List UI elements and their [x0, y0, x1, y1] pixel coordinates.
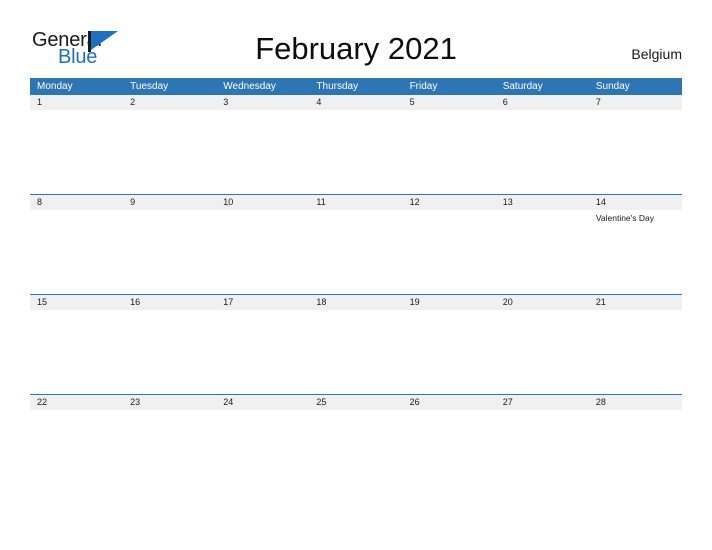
- page-title: February 2021: [255, 31, 457, 66]
- weekday-header-row: Monday Tuesday Wednesday Thursday Friday…: [30, 78, 682, 95]
- week-event-band: [30, 310, 682, 394]
- day-cell[interactable]: [496, 410, 589, 494]
- day-cell[interactable]: [30, 410, 123, 494]
- weekday-header-friday: Friday: [409, 81, 438, 92]
- week-row: 8 9 10 11 12 13 14 Valentine's Day: [30, 194, 682, 294]
- weekday-header-saturday: Saturday: [502, 81, 543, 92]
- week-daynum-band: 15 16 17 18 19 20 21: [30, 295, 682, 310]
- day-number[interactable]: 28: [589, 395, 682, 410]
- day-cell[interactable]: [496, 310, 589, 394]
- day-cell[interactable]: [309, 110, 402, 194]
- day-cell[interactable]: [123, 410, 216, 494]
- day-number[interactable]: 25: [309, 395, 402, 410]
- day-cell[interactable]: [30, 210, 123, 294]
- day-number[interactable]: 23: [123, 395, 216, 410]
- week-daynum-band: 22 23 24 25 26 27 28: [30, 395, 682, 410]
- day-cell[interactable]: [123, 310, 216, 394]
- day-cell[interactable]: [216, 110, 309, 194]
- day-number[interactable]: 9: [123, 195, 216, 210]
- day-cell[interactable]: [403, 210, 496, 294]
- day-cell[interactable]: [309, 310, 402, 394]
- day-number[interactable]: 24: [216, 395, 309, 410]
- weekday-header-monday: Monday: [37, 81, 73, 92]
- day-number[interactable]: 13: [496, 195, 589, 210]
- day-number[interactable]: 16: [123, 295, 216, 310]
- calendar-grid: Monday Tuesday Wednesday Thursday Friday…: [30, 78, 682, 494]
- day-cell[interactable]: [216, 310, 309, 394]
- day-number[interactable]: 3: [216, 95, 309, 110]
- day-number[interactable]: 8: [30, 195, 123, 210]
- day-number[interactable]: 1: [30, 95, 123, 110]
- day-number[interactable]: 22: [30, 395, 123, 410]
- day-number[interactable]: 6: [496, 95, 589, 110]
- day-number[interactable]: 4: [309, 95, 402, 110]
- week-row: 22 23 24 25 26 27 28: [30, 394, 682, 494]
- week-event-band: [30, 410, 682, 494]
- week-row: 1 2 3 4 5 6 7: [30, 95, 682, 194]
- weekday-header-wednesday: Wednesday: [223, 81, 276, 92]
- country-label: Belgium: [631, 46, 682, 62]
- week-row: 15 16 17 18 19 20 21: [30, 294, 682, 394]
- page-header: General Blue February 2021 Belgium: [0, 0, 712, 78]
- day-cell[interactable]: [309, 210, 402, 294]
- day-cell[interactable]: [403, 110, 496, 194]
- day-cell[interactable]: [589, 310, 682, 394]
- day-event-text: Valentine's Day: [595, 213, 655, 223]
- day-cell[interactable]: [216, 210, 309, 294]
- day-cell[interactable]: [216, 410, 309, 494]
- day-cell[interactable]: [403, 310, 496, 394]
- day-number[interactable]: 11: [309, 195, 402, 210]
- weekday-header-thursday: Thursday: [316, 81, 359, 92]
- weekday-header-sunday: Sunday: [595, 81, 630, 92]
- week-daynum-band: 8 9 10 11 12 13 14: [30, 195, 682, 210]
- day-number[interactable]: 19: [403, 295, 496, 310]
- day-number[interactable]: 21: [589, 295, 682, 310]
- day-cell[interactable]: [496, 110, 589, 194]
- week-event-band: Valentine's Day: [30, 210, 682, 294]
- day-number[interactable]: 10: [216, 195, 309, 210]
- day-cell[interactable]: Valentine's Day: [589, 210, 682, 294]
- week-daynum-band: 1 2 3 4 5 6 7: [30, 95, 682, 110]
- day-cell[interactable]: [589, 410, 682, 494]
- day-cell[interactable]: [30, 310, 123, 394]
- week-event-band: [30, 110, 682, 194]
- day-cell[interactable]: [123, 110, 216, 194]
- day-cell[interactable]: [496, 210, 589, 294]
- day-number[interactable]: 7: [589, 95, 682, 110]
- day-number[interactable]: 27: [496, 395, 589, 410]
- day-cell[interactable]: [30, 110, 123, 194]
- weekday-header-tuesday: Tuesday: [130, 81, 169, 92]
- day-number[interactable]: 17: [216, 295, 309, 310]
- day-number[interactable]: 12: [403, 195, 496, 210]
- day-number[interactable]: 15: [30, 295, 123, 310]
- day-number[interactable]: 14: [589, 195, 682, 210]
- day-number[interactable]: 18: [309, 295, 402, 310]
- day-cell[interactable]: [403, 410, 496, 494]
- day-number[interactable]: 2: [123, 95, 216, 110]
- day-cell[interactable]: [589, 110, 682, 194]
- calendar-page: General Blue February 2021 Belgium Monda…: [0, 0, 712, 550]
- day-number[interactable]: 26: [403, 395, 496, 410]
- day-cell[interactable]: [123, 210, 216, 294]
- day-number[interactable]: 20: [496, 295, 589, 310]
- day-number[interactable]: 5: [403, 95, 496, 110]
- day-cell[interactable]: [309, 410, 402, 494]
